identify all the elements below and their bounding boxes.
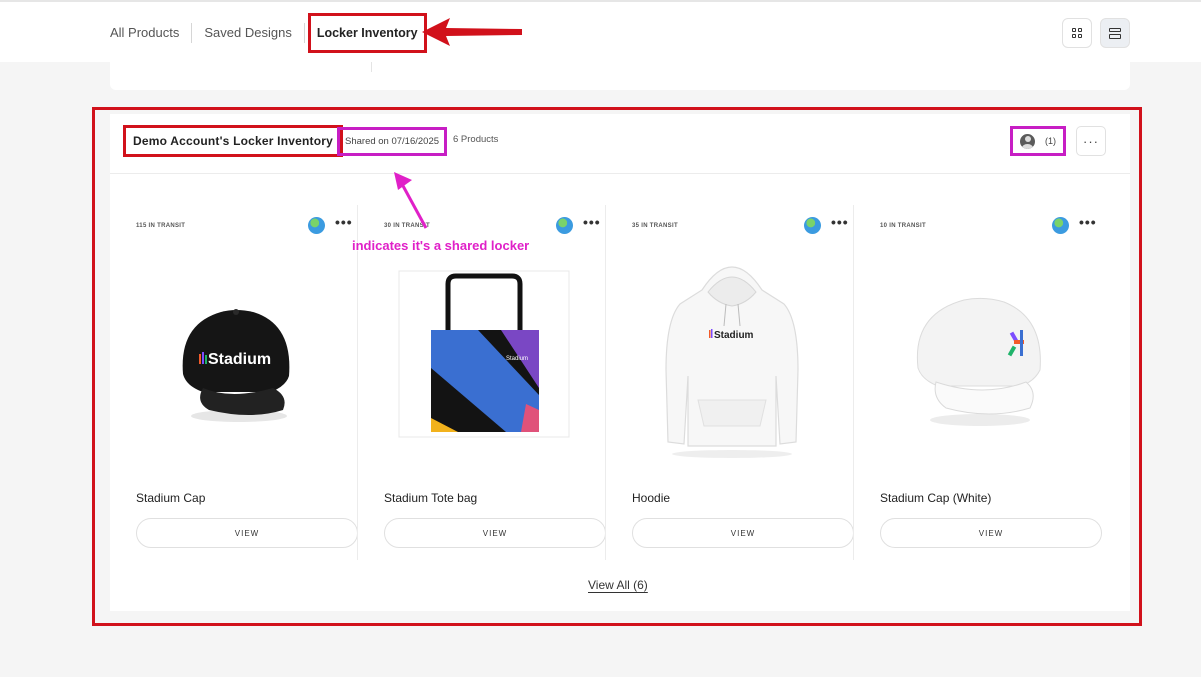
magenta-arrow-annotation	[394, 172, 428, 229]
tab-bar: All Products Saved Designs Locker Invent…	[110, 13, 427, 53]
red-highlight-box	[92, 107, 1142, 626]
annotation-text: indicates it's a shared locker	[352, 238, 530, 253]
tab-all-products[interactable]: All Products	[110, 20, 191, 46]
tab-divider	[303, 23, 305, 43]
red-arrow-annotation	[422, 18, 522, 46]
tab-locker-inventory[interactable]: Locker Inventory	[307, 13, 427, 53]
grid-view-button[interactable]	[1062, 18, 1092, 48]
previous-locker-card	[110, 62, 1130, 90]
top-bar: All Products Saved Designs Locker Invent…	[0, 0, 1201, 62]
list-view-button[interactable]	[1100, 18, 1130, 48]
list-icon	[1109, 27, 1121, 39]
grid-icon	[1072, 28, 1082, 38]
tab-saved-designs[interactable]: Saved Designs	[192, 20, 303, 46]
